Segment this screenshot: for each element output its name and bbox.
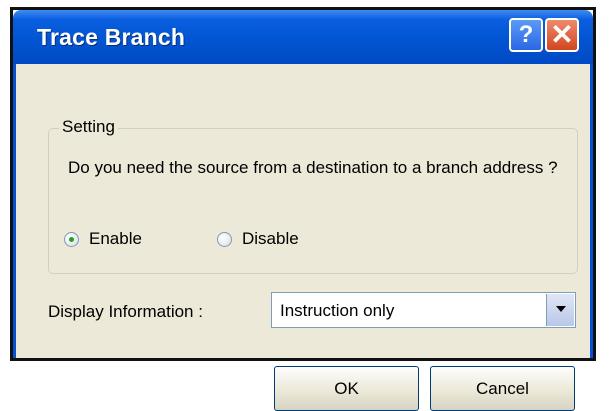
close-icon: ✕	[550, 19, 574, 50]
help-button[interactable]: ?	[509, 18, 543, 52]
cancel-button[interactable]: Cancel	[430, 366, 575, 411]
enable-label: Enable	[89, 229, 142, 248]
chevron-down-icon	[556, 306, 566, 312]
display-information-label: Display Information :	[48, 302, 203, 321]
dropdown-arrow-button[interactable]	[546, 294, 574, 326]
help-icon: ?	[518, 21, 534, 48]
enable-radio[interactable]: Enable	[64, 227, 142, 251]
window-title: Trace Branch	[37, 24, 186, 50]
title-bar: Trace Branch ? ✕	[13, 10, 593, 64]
display-information-value: Instruction only	[280, 301, 395, 320]
ok-button[interactable]: OK	[274, 366, 419, 411]
branch-question: Do you need the source from a destinatio…	[68, 158, 558, 177]
disable-radio[interactable]: Disable	[217, 227, 299, 251]
setting-legend: Setting	[59, 117, 118, 137]
setting-groupbox: Setting Do you need the source from a de…	[48, 117, 578, 274]
close-button[interactable]: ✕	[545, 18, 579, 52]
radio-unchecked-icon	[217, 231, 232, 247]
radio-checked-icon	[64, 231, 79, 247]
display-information-select[interactable]: Instruction only	[271, 292, 576, 328]
disable-label: Disable	[242, 229, 299, 248]
dialog-body: Setting Do you need the source from a de…	[13, 64, 593, 411]
